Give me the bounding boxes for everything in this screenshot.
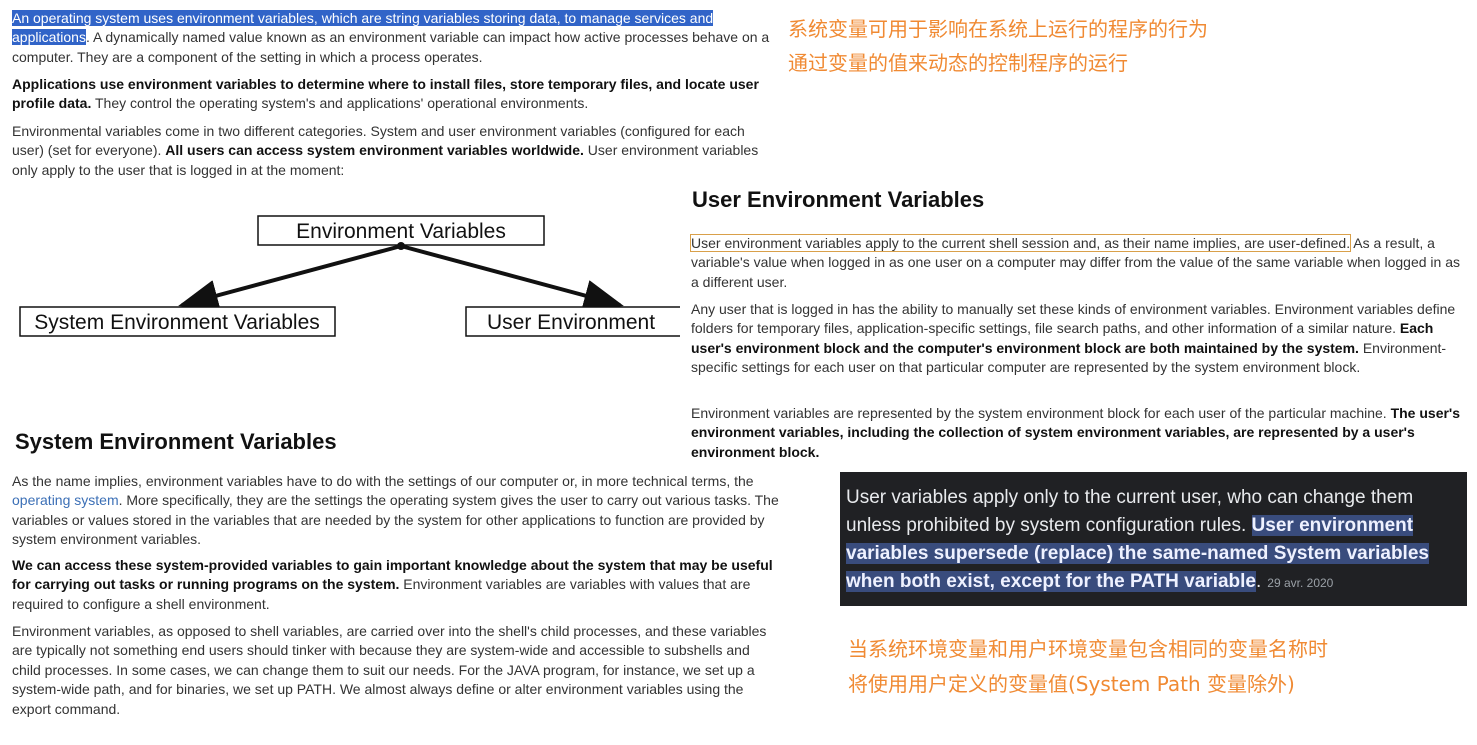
system-paragraph-1: As the name implies, environment variabl… bbox=[12, 473, 779, 548]
operating-system-link[interactable]: operating system bbox=[12, 492, 119, 508]
system-section-heading: System Environment Variables bbox=[15, 429, 337, 454]
root-node-label: Environment Variables bbox=[296, 220, 506, 243]
intro-paragraph-2: Applications use environment variables t… bbox=[12, 76, 759, 112]
user-paragraph-3: Environment variables are represented by… bbox=[691, 405, 1461, 460]
user-section-heading: User Environment Variables bbox=[692, 187, 985, 212]
intro-paragraph-3: Environmental variables come in two diff… bbox=[12, 123, 759, 178]
annotation-cn-3: 当系统环境变量和用户环境变量包含相同的变量名称时 bbox=[848, 637, 1328, 661]
annotation-cn-2: 通过变量的值来动态的控制程序的运行 bbox=[788, 51, 1128, 75]
system-paragraph-2: We can access these system-provided vari… bbox=[12, 557, 773, 612]
intro-paragraph-1: An operating system uses environment var… bbox=[12, 10, 770, 65]
snippet-date: 29 avr. 2020 bbox=[1267, 576, 1334, 590]
system-paragraph-3: Environment variables, as opposed to she… bbox=[12, 623, 767, 717]
arrow-to-user bbox=[400, 244, 624, 312]
annotation-cn-1: 系统变量可用于影响在系统上运行的程序的行为 bbox=[788, 17, 1208, 41]
user-paragraph-2: Any user that is logged in has the abili… bbox=[691, 301, 1456, 376]
user-paragraph-1: User environment variables apply to the … bbox=[689, 234, 1460, 290]
boxed-sentence: User environment variables apply to the … bbox=[689, 234, 1352, 252]
environment-variables-diagram: Environment Variables System Environment… bbox=[19, 215, 680, 337]
annotation-cn-4: 将使用用户定义的变量值(System Path 变量除外) bbox=[848, 672, 1295, 696]
system-node-label: System Environment Variables bbox=[34, 311, 320, 334]
arrow-to-system bbox=[178, 244, 402, 312]
search-snippet-panel: User variables apply only to the current… bbox=[840, 472, 1467, 606]
user-node-label: User Environment bbox=[487, 311, 655, 334]
